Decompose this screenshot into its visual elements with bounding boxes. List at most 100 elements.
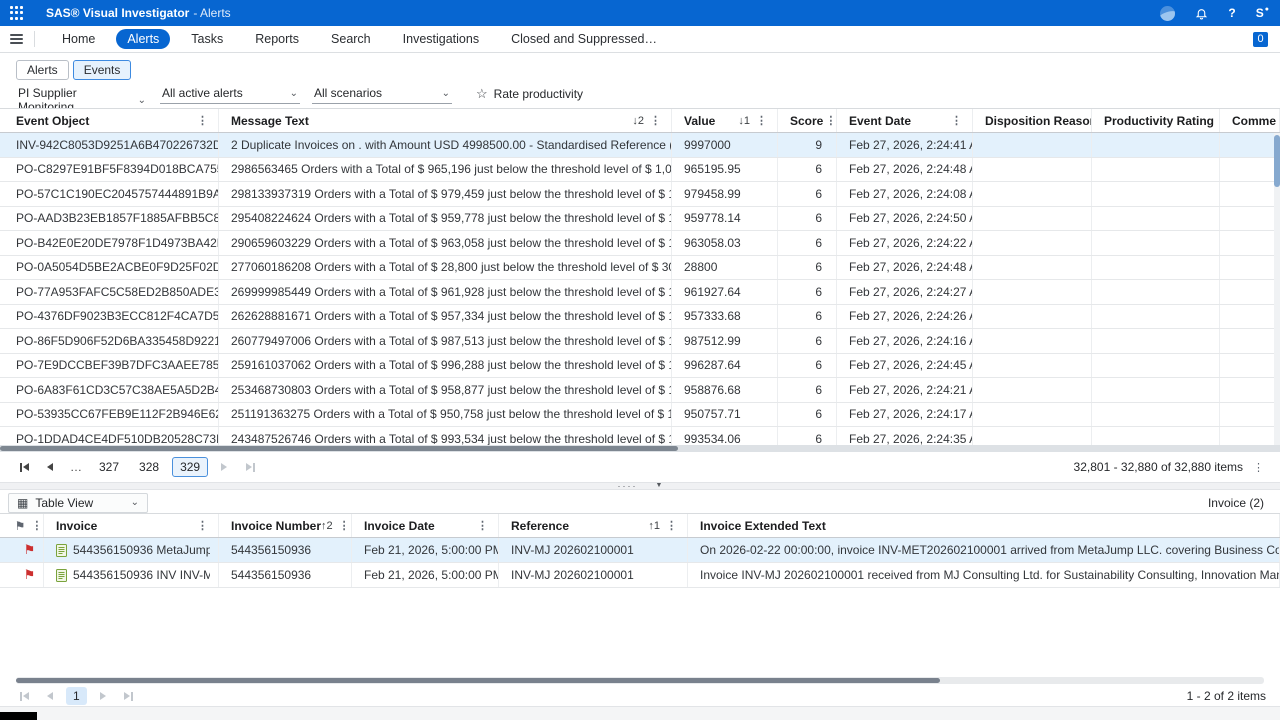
cell-empty xyxy=(1092,256,1220,280)
nav-item-tasks[interactable]: Tasks xyxy=(180,29,234,49)
vertical-scrollbar-thumb[interactable] xyxy=(1274,135,1280,187)
event-row[interactable]: PO-86F5D906F52D6BA335458D922126077949700… xyxy=(0,329,1280,354)
column-menu-icon[interactable]: ⋮ xyxy=(949,114,964,127)
last-page-button[interactable] xyxy=(119,686,139,706)
event-row[interactable]: PO-0A5054D5BE2ACBE0F9D25F02DB27706018620… xyxy=(0,256,1280,281)
cell-number: 544356150936 xyxy=(219,563,352,587)
previous-page-button[interactable] xyxy=(40,457,60,477)
column-menu-icon[interactable]: ⋮ xyxy=(475,519,490,532)
cell-message: 251191363275 Orders with a Total of $ 95… xyxy=(219,403,672,427)
panel-splitter[interactable]: ···· ▼ xyxy=(0,482,1280,490)
event-row[interactable]: PO-6A83F61CD3C57C38AE5A5D2B4F25346873080… xyxy=(0,378,1280,403)
page-button-329-current[interactable]: 329 xyxy=(172,457,208,477)
column-header-invoice-extended-text[interactable]: Invoice Extended Text xyxy=(688,514,1280,537)
column-header-message-text[interactable]: Message Text ↓2⋮ xyxy=(219,109,672,132)
column-header-comments[interactable]: Comme xyxy=(1220,109,1280,132)
event-row[interactable]: PO-4376DF9023B3ECC812F4CA7D5326262888167… xyxy=(0,305,1280,330)
nav-item-search[interactable]: Search xyxy=(320,29,382,49)
menu-icon[interactable] xyxy=(10,34,24,44)
red-flag-icon[interactable]: ⚑ xyxy=(24,567,36,583)
event-row[interactable]: PO-57C1C190EC2045757444891B9A29813393731… xyxy=(0,182,1280,207)
invoice-link-text[interactable]: 544356150936 MetaJump LL… xyxy=(73,543,210,557)
user-avatar[interactable]: S● xyxy=(1256,6,1268,20)
pagination-menu-icon[interactable]: ⋮ xyxy=(1251,461,1266,474)
nav-item-alerts[interactable]: Alerts xyxy=(116,29,170,49)
tab-alerts[interactable]: Alerts xyxy=(16,60,69,80)
column-menu-icon[interactable]: ⋮ xyxy=(337,519,352,532)
cell-invoice[interactable]: 544356150936 INV INV-MJ 2… xyxy=(44,563,219,587)
nav-item-investigations[interactable]: Investigations xyxy=(392,29,490,49)
cell-extended: Invoice INV-MJ 202602100001 received fro… xyxy=(688,563,1280,587)
cell-empty xyxy=(973,329,1092,353)
horizontal-scrollbar[interactable] xyxy=(16,677,1264,684)
column-menu-icon[interactable]: ⋮ xyxy=(195,114,210,127)
alert-filter-value: All active alerts xyxy=(162,86,243,100)
horizontal-scrollbar-thumb[interactable] xyxy=(0,446,678,451)
event-row[interactable]: PO-B42E0E20DE7978F1D4973BA42D29065960322… xyxy=(0,231,1280,256)
cell-empty xyxy=(973,403,1092,427)
cell-message: 2986563465 Orders with a Total of $ 965,… xyxy=(219,158,672,182)
column-header-disposition-reason[interactable]: Disposition Reason ⋮ xyxy=(973,109,1092,132)
alert-filter-dropdown[interactable]: All active alerts ⌄ xyxy=(160,85,300,104)
cell-value: 963058.03 xyxy=(672,231,778,255)
vertical-scrollbar[interactable] xyxy=(1274,133,1280,445)
invoice-row[interactable]: ⚑544356150936 INV INV-MJ 2…544356150936F… xyxy=(0,563,1280,588)
collapse-panel-icon[interactable]: ▼ xyxy=(656,483,663,489)
rate-productivity-button[interactable]: ☆ Rate productivity xyxy=(470,85,589,103)
red-flag-icon[interactable]: ⚑ xyxy=(24,542,36,558)
column-header-value[interactable]: Value ↓1⋮ xyxy=(672,109,778,132)
event-row[interactable]: PO-77A953FAFC5C58ED2B850ADE3526999998544… xyxy=(0,280,1280,305)
first-page-button[interactable] xyxy=(14,457,34,477)
column-menu-icon[interactable]: ⋮ xyxy=(195,519,210,532)
invoice-link-text[interactable]: 544356150936 INV INV-MJ 2… xyxy=(73,568,210,582)
community-icon[interactable] xyxy=(1160,6,1175,21)
horizontal-scrollbar[interactable] xyxy=(0,445,1280,452)
column-menu-icon[interactable]: ⋮ xyxy=(29,519,44,532)
page-button-327[interactable]: 327 xyxy=(92,458,126,476)
column-header-score[interactable]: Score ⋮ xyxy=(778,109,837,132)
column-header-productivity-rating[interactable]: Productivity Rating ⋮ xyxy=(1092,109,1220,132)
cell-invoice[interactable]: 544356150936 MetaJump LL… xyxy=(44,538,219,562)
notifications-bell-icon[interactable] xyxy=(1195,7,1208,20)
event-row[interactable]: PO-7E9DCCBEF39B7DFC3AAEE785FB25916103706… xyxy=(0,354,1280,379)
column-header-event-object[interactable]: Event Object ⋮ xyxy=(0,109,219,132)
scenario-filter-dropdown[interactable]: All scenarios ⌄ xyxy=(312,85,452,104)
column-header-invoice-number[interactable]: Invoice Number ↑2⋮ xyxy=(219,514,352,537)
event-row[interactable]: PO-53935CC67FEB9E112F2B946E6225119136327… xyxy=(0,403,1280,428)
column-header-event-date[interactable]: Event Date ⋮ xyxy=(837,109,973,132)
horizontal-scrollbar-thumb[interactable] xyxy=(16,678,940,683)
column-header-reference[interactable]: Reference ↑1⋮ xyxy=(499,514,688,537)
cell-date: Feb 27, 2026, 2:24:16 AM xyxy=(837,329,973,353)
view-selector-dropdown[interactable]: ▦ Table View ⌄ xyxy=(8,493,148,513)
previous-page-button[interactable] xyxy=(40,686,60,706)
first-page-button[interactable] xyxy=(14,686,34,706)
column-header-flag[interactable]: ⚑ ⋮ xyxy=(0,514,44,537)
invoice-row[interactable]: ⚑544356150936 MetaJump LL…544356150936Fe… xyxy=(0,538,1280,563)
app-window: SAS® Visual Investigator - Alerts ? S● H… xyxy=(0,0,1280,720)
cell-extended: On 2026-02-22 00:00:00, invoice INV-MET2… xyxy=(688,538,1280,562)
next-page-button[interactable] xyxy=(93,686,113,706)
column-menu-icon[interactable]: ⋮ xyxy=(754,114,769,127)
column-header-invoice-date[interactable]: Invoice Date ⋮ xyxy=(352,514,499,537)
page-button-328[interactable]: 328 xyxy=(132,458,166,476)
tab-events[interactable]: Events xyxy=(73,60,132,80)
nav-item-closed-suppressed[interactable]: Closed and Suppressed… xyxy=(500,29,668,49)
event-row[interactable]: PO-AAD3B23EB1857F1885AFBB5C8229540822462… xyxy=(0,207,1280,232)
page-button-1-current[interactable]: 1 xyxy=(66,687,87,705)
event-row[interactable]: PO-C8297E91BF5F8394D018BCA7552986563465 … xyxy=(0,158,1280,183)
next-page-button[interactable] xyxy=(214,457,234,477)
column-menu-icon[interactable]: ⋮ xyxy=(648,114,663,127)
event-row[interactable]: INV-942C8053D9251A6B470226732D2 Duplicat… xyxy=(0,133,1280,158)
column-header-invoice[interactable]: Invoice ⋮ xyxy=(44,514,219,537)
splitter-grip-icon[interactable]: ···· xyxy=(618,483,638,489)
app-switcher-icon[interactable] xyxy=(10,6,24,20)
nav-item-home[interactable]: Home xyxy=(51,29,106,49)
cell-empty xyxy=(1220,378,1280,402)
nav-item-reports[interactable]: Reports xyxy=(244,29,310,49)
column-menu-icon[interactable]: ⋮ xyxy=(664,519,679,532)
last-page-button[interactable] xyxy=(240,457,260,477)
column-menu-icon[interactable]: ⋮ xyxy=(823,114,837,127)
flag-cell[interactable]: ⚑ xyxy=(0,538,44,562)
flag-cell[interactable]: ⚑ xyxy=(0,563,44,587)
help-icon[interactable]: ? xyxy=(1228,6,1235,20)
